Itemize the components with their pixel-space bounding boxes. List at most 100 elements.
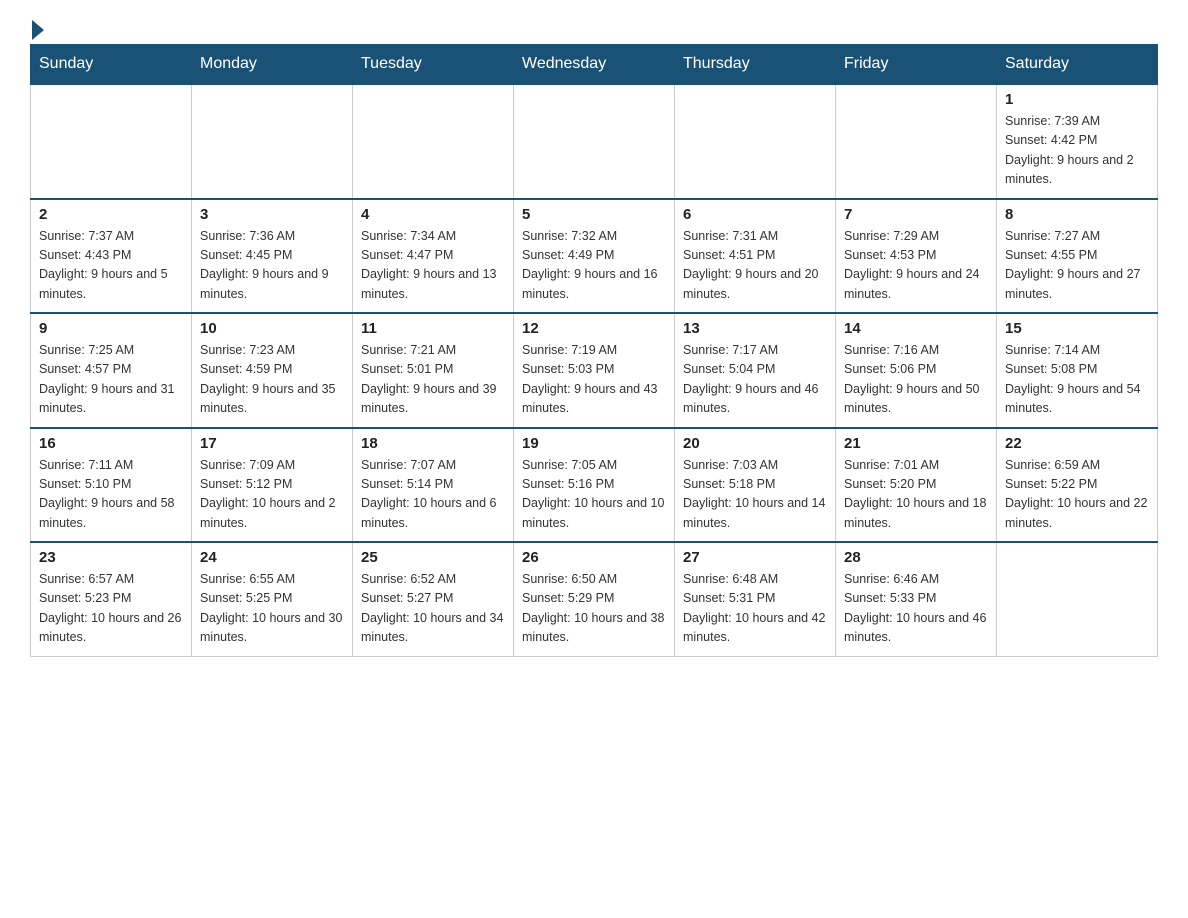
day-number: 6 — [683, 206, 827, 223]
logo — [30, 20, 46, 34]
day-number: 28 — [844, 549, 988, 566]
day-info: Sunrise: 6:57 AMSunset: 5:23 PMDaylight:… — [39, 570, 183, 648]
day-info: Sunrise: 7:11 AMSunset: 5:10 PMDaylight:… — [39, 456, 183, 534]
table-row: 1 Sunrise: 7:39 AMSunset: 4:42 PMDaylight… — [997, 84, 1158, 199]
day-info: Sunrise: 6:50 AMSunset: 5:29 PMDaylight:… — [522, 570, 666, 648]
day-info: Sunrise: 7:27 AMSunset: 4:55 PMDaylight:… — [1005, 227, 1149, 305]
table-row: 17 Sunrise: 7:09 AMSunset: 5:12 PMDayligh… — [192, 428, 353, 543]
day-info: Sunrise: 7:21 AMSunset: 5:01 PMDaylight:… — [361, 341, 505, 419]
day-number: 9 — [39, 320, 183, 337]
day-info: Sunrise: 7:03 AMSunset: 5:18 PMDaylight:… — [683, 456, 827, 534]
day-number: 2 — [39, 206, 183, 223]
day-info: Sunrise: 6:55 AMSunset: 5:25 PMDaylight:… — [200, 570, 344, 648]
page-header — [30, 20, 1158, 34]
day-info: Sunrise: 7:25 AMSunset: 4:57 PMDaylight:… — [39, 341, 183, 419]
table-row — [192, 84, 353, 199]
day-number: 3 — [200, 206, 344, 223]
day-number: 24 — [200, 549, 344, 566]
table-row: 3 Sunrise: 7:36 AMSunset: 4:45 PMDaylight… — [192, 199, 353, 314]
calendar-table: Sunday Monday Tuesday Wednesday Thursday… — [30, 44, 1158, 657]
day-number: 12 — [522, 320, 666, 337]
table-row: 23 Sunrise: 6:57 AMSunset: 5:23 PMDayligh… — [31, 542, 192, 656]
day-info: Sunrise: 7:16 AMSunset: 5:06 PMDaylight:… — [844, 341, 988, 419]
col-wednesday: Wednesday — [514, 45, 675, 85]
day-number: 19 — [522, 435, 666, 452]
col-saturday: Saturday — [997, 45, 1158, 85]
table-row: 10 Sunrise: 7:23 AMSunset: 4:59 PMDayligh… — [192, 313, 353, 428]
day-number: 14 — [844, 320, 988, 337]
day-info: Sunrise: 6:46 AMSunset: 5:33 PMDaylight:… — [844, 570, 988, 648]
day-info: Sunrise: 7:23 AMSunset: 4:59 PMDaylight:… — [200, 341, 344, 419]
col-friday: Friday — [836, 45, 997, 85]
table-row — [31, 84, 192, 199]
day-info: Sunrise: 7:14 AMSunset: 5:08 PMDaylight:… — [1005, 341, 1149, 419]
calendar-header-row: Sunday Monday Tuesday Wednesday Thursday… — [31, 45, 1158, 85]
day-number: 23 — [39, 549, 183, 566]
calendar-week-row: 23 Sunrise: 6:57 AMSunset: 5:23 PMDayligh… — [31, 542, 1158, 656]
day-info: Sunrise: 7:36 AMSunset: 4:45 PMDaylight:… — [200, 227, 344, 305]
table-row: 16 Sunrise: 7:11 AMSunset: 5:10 PMDayligh… — [31, 428, 192, 543]
day-number: 13 — [683, 320, 827, 337]
col-thursday: Thursday — [675, 45, 836, 85]
day-number: 5 — [522, 206, 666, 223]
table-row: 14 Sunrise: 7:16 AMSunset: 5:06 PMDayligh… — [836, 313, 997, 428]
table-row: 20 Sunrise: 7:03 AMSunset: 5:18 PMDayligh… — [675, 428, 836, 543]
day-number: 26 — [522, 549, 666, 566]
day-number: 15 — [1005, 320, 1149, 337]
day-number: 1 — [1005, 91, 1149, 108]
table-row: 9 Sunrise: 7:25 AMSunset: 4:57 PMDaylight… — [31, 313, 192, 428]
col-monday: Monday — [192, 45, 353, 85]
day-number: 17 — [200, 435, 344, 452]
table-row: 15 Sunrise: 7:14 AMSunset: 5:08 PMDayligh… — [997, 313, 1158, 428]
table-row: 5Sunrise: 7:32 AMSunset: 4:49 PMDaylight… — [514, 199, 675, 314]
day-info: Sunrise: 7:39 AMSunset: 4:42 PMDaylight:… — [1005, 112, 1149, 190]
day-number: 8 — [1005, 206, 1149, 223]
col-sunday: Sunday — [31, 45, 192, 85]
calendar-week-row: 1 Sunrise: 7:39 AMSunset: 4:42 PMDaylight… — [31, 84, 1158, 199]
table-row: 12Sunrise: 7:19 AMSunset: 5:03 PMDayligh… — [514, 313, 675, 428]
day-info: Sunrise: 7:07 AMSunset: 5:14 PMDaylight:… — [361, 456, 505, 534]
calendar-week-row: 2 Sunrise: 7:37 AMSunset: 4:43 PMDaylight… — [31, 199, 1158, 314]
day-info: Sunrise: 7:01 AMSunset: 5:20 PMDaylight:… — [844, 456, 988, 534]
day-number: 25 — [361, 549, 505, 566]
table-row: 11 Sunrise: 7:21 AMSunset: 5:01 PMDayligh… — [353, 313, 514, 428]
table-row: 18 Sunrise: 7:07 AMSunset: 5:14 PMDayligh… — [353, 428, 514, 543]
day-info: Sunrise: 6:48 AMSunset: 5:31 PMDaylight:… — [683, 570, 827, 648]
day-number: 10 — [200, 320, 344, 337]
table-row — [675, 84, 836, 199]
calendar-week-row: 16 Sunrise: 7:11 AMSunset: 5:10 PMDayligh… — [31, 428, 1158, 543]
day-number: 20 — [683, 435, 827, 452]
day-info: Sunrise: 6:59 AMSunset: 5:22 PMDaylight:… — [1005, 456, 1149, 534]
table-row: 8 Sunrise: 7:27 AMSunset: 4:55 PMDaylight… — [997, 199, 1158, 314]
table-row — [353, 84, 514, 199]
day-number: 18 — [361, 435, 505, 452]
day-number: 4 — [361, 206, 505, 223]
table-row: 6 Sunrise: 7:31 AMSunset: 4:51 PMDaylight… — [675, 199, 836, 314]
table-row: 27 Sunrise: 6:48 AMSunset: 5:31 PMDayligh… — [675, 542, 836, 656]
table-row: 7Sunrise: 7:29 AMSunset: 4:53 PMDaylight… — [836, 199, 997, 314]
calendar-week-row: 9 Sunrise: 7:25 AMSunset: 4:57 PMDaylight… — [31, 313, 1158, 428]
table-row: 24 Sunrise: 6:55 AMSunset: 5:25 PMDayligh… — [192, 542, 353, 656]
table-row: 21 Sunrise: 7:01 AMSunset: 5:20 PMDayligh… — [836, 428, 997, 543]
table-row: 19 Sunrise: 7:05 AMSunset: 5:16 PMDayligh… — [514, 428, 675, 543]
table-row — [997, 542, 1158, 656]
day-number: 27 — [683, 549, 827, 566]
table-row: 26 Sunrise: 6:50 AMSunset: 5:29 PMDayligh… — [514, 542, 675, 656]
table-row: 13 Sunrise: 7:17 AMSunset: 5:04 PMDayligh… — [675, 313, 836, 428]
day-info: Sunrise: 7:17 AMSunset: 5:04 PMDaylight:… — [683, 341, 827, 419]
table-row: 2 Sunrise: 7:37 AMSunset: 4:43 PMDaylight… — [31, 199, 192, 314]
day-info: Sunrise: 7:05 AMSunset: 5:16 PMDaylight:… — [522, 456, 666, 534]
table-row — [836, 84, 997, 199]
table-row: 25Sunrise: 6:52 AMSunset: 5:27 PMDayligh… — [353, 542, 514, 656]
day-info: Sunrise: 7:31 AMSunset: 4:51 PMDaylight:… — [683, 227, 827, 305]
logo-arrow-icon — [32, 20, 44, 40]
table-row — [514, 84, 675, 199]
day-number: 16 — [39, 435, 183, 452]
day-info: Sunrise: 7:09 AMSunset: 5:12 PMDaylight:… — [200, 456, 344, 534]
day-number: 11 — [361, 320, 505, 337]
table-row: 28 Sunrise: 6:46 AMSunset: 5:33 PMDayligh… — [836, 542, 997, 656]
day-number: 21 — [844, 435, 988, 452]
table-row: 22 Sunrise: 6:59 AMSunset: 5:22 PMDayligh… — [997, 428, 1158, 543]
day-number: 22 — [1005, 435, 1149, 452]
day-info: Sunrise: 7:37 AMSunset: 4:43 PMDaylight:… — [39, 227, 183, 305]
